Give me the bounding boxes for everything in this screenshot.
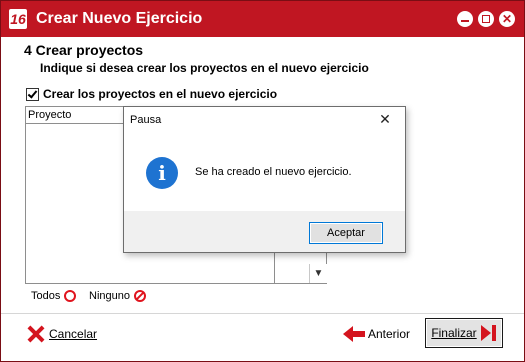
finish-icon xyxy=(480,324,497,342)
close-icon: ✕ xyxy=(501,12,513,26)
select-all-link[interactable]: Todos xyxy=(31,290,77,302)
dialog-body: i Se ha creado el nuevo ejercicio. xyxy=(124,131,405,211)
step-subtitle: Indique si desea crear los proyectos en … xyxy=(40,61,369,75)
back-label: Anterior xyxy=(368,327,411,341)
create-projects-label: Crear los proyectos en el nuevo ejercici… xyxy=(43,87,278,101)
finish-label: Finalizar xyxy=(431,326,477,340)
scroll-down-chevron-icon[interactable]: ▼ xyxy=(309,264,327,283)
cancel-x-icon xyxy=(26,324,46,344)
title-bar: 16 Crear Nuevo Ejercicio ✕ xyxy=(1,1,524,37)
cancel-label: Cancelar xyxy=(49,327,98,341)
close-button[interactable]: ✕ xyxy=(499,11,515,27)
step-title: 4 Crear proyectos xyxy=(24,42,144,58)
maximize-button[interactable] xyxy=(478,11,494,27)
info-icon: i xyxy=(146,157,178,189)
select-none-label: Ninguno xyxy=(89,290,130,302)
dialog-close-icon[interactable]: ✕ xyxy=(375,110,395,128)
app-logo-icon: 16 xyxy=(9,9,27,29)
select-none-link[interactable]: Ninguno xyxy=(89,290,146,302)
create-projects-checkbox-row[interactable]: Crear los proyectos en el nuevo ejercici… xyxy=(26,87,277,101)
column-header-proyecto[interactable]: Proyecto xyxy=(26,107,127,124)
cancel-button[interactable]: Cancelar xyxy=(26,324,97,344)
back-arrow-icon xyxy=(343,324,365,344)
select-none-icon xyxy=(133,290,146,302)
wizard-window: 16 Crear Nuevo Ejercicio ✕ 4 Crear proye… xyxy=(0,0,525,362)
column-divider xyxy=(274,252,275,283)
accept-button[interactable]: Aceptar xyxy=(309,222,383,244)
create-projects-checkbox[interactable] xyxy=(26,87,39,101)
dialog-title: Pausa xyxy=(130,114,162,126)
finish-button[interactable]: Finalizar xyxy=(425,318,503,348)
window-title: Crear Nuevo Ejercicio xyxy=(36,10,203,27)
back-button[interactable]: Anterior xyxy=(343,324,410,344)
select-all-icon xyxy=(64,290,77,302)
minimize-button[interactable] xyxy=(457,11,473,27)
footer-divider xyxy=(1,313,524,314)
select-all-label: Todos xyxy=(31,290,61,302)
dialog-message: Se ha creado el nuevo ejercicio. xyxy=(195,166,352,178)
dialog-footer: Aceptar xyxy=(124,211,405,252)
info-dialog: Pausa ✕ i Se ha creado el nuevo ejercici… xyxy=(123,106,406,253)
